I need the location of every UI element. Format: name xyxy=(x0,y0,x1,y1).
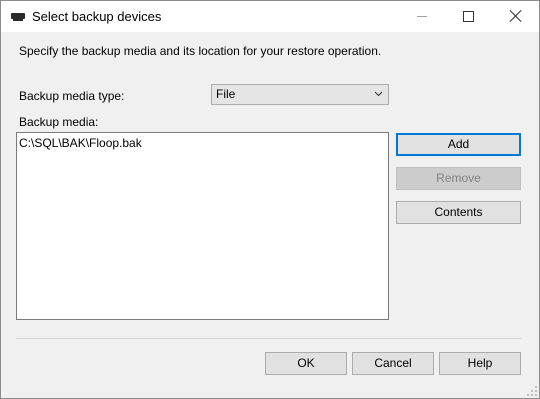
chevron-down-icon xyxy=(374,91,383,97)
minimize-icon xyxy=(417,16,427,17)
maximize-icon xyxy=(463,11,474,22)
list-item[interactable]: C:\SQL\BAK\Floop.bak xyxy=(19,136,142,151)
ok-button[interactable]: OK xyxy=(265,352,347,375)
footer-divider xyxy=(16,338,521,339)
close-icon xyxy=(509,9,523,23)
title-bar[interactable]: Select backup devices xyxy=(1,1,539,32)
cancel-button[interactable]: Cancel xyxy=(352,352,434,375)
backup-media-list[interactable]: C:\SQL\BAK\Floop.bak xyxy=(16,132,389,320)
remove-button[interactable]: Remove xyxy=(396,167,521,190)
minimize-button[interactable] xyxy=(399,1,445,32)
dialog-description: Specify the backup media and its locatio… xyxy=(19,44,382,58)
backup-media-type-dropdown[interactable]: File xyxy=(211,84,389,105)
resize-grip-icon[interactable] xyxy=(527,386,537,396)
backup-device-icon xyxy=(11,13,25,21)
maximize-button[interactable] xyxy=(446,1,492,32)
backup-media-type-label: Backup media type: xyxy=(19,89,125,103)
backup-media-label: Backup media: xyxy=(19,115,99,129)
window-title: Select backup devices xyxy=(32,9,162,24)
help-button[interactable]: Help xyxy=(439,352,521,375)
add-button[interactable]: Add xyxy=(396,133,521,156)
close-button[interactable] xyxy=(493,1,539,32)
contents-button[interactable]: Contents xyxy=(396,201,521,224)
select-backup-devices-dialog: Select backup devices Specify the backup… xyxy=(0,0,540,399)
backup-media-type-value: File xyxy=(216,87,236,101)
